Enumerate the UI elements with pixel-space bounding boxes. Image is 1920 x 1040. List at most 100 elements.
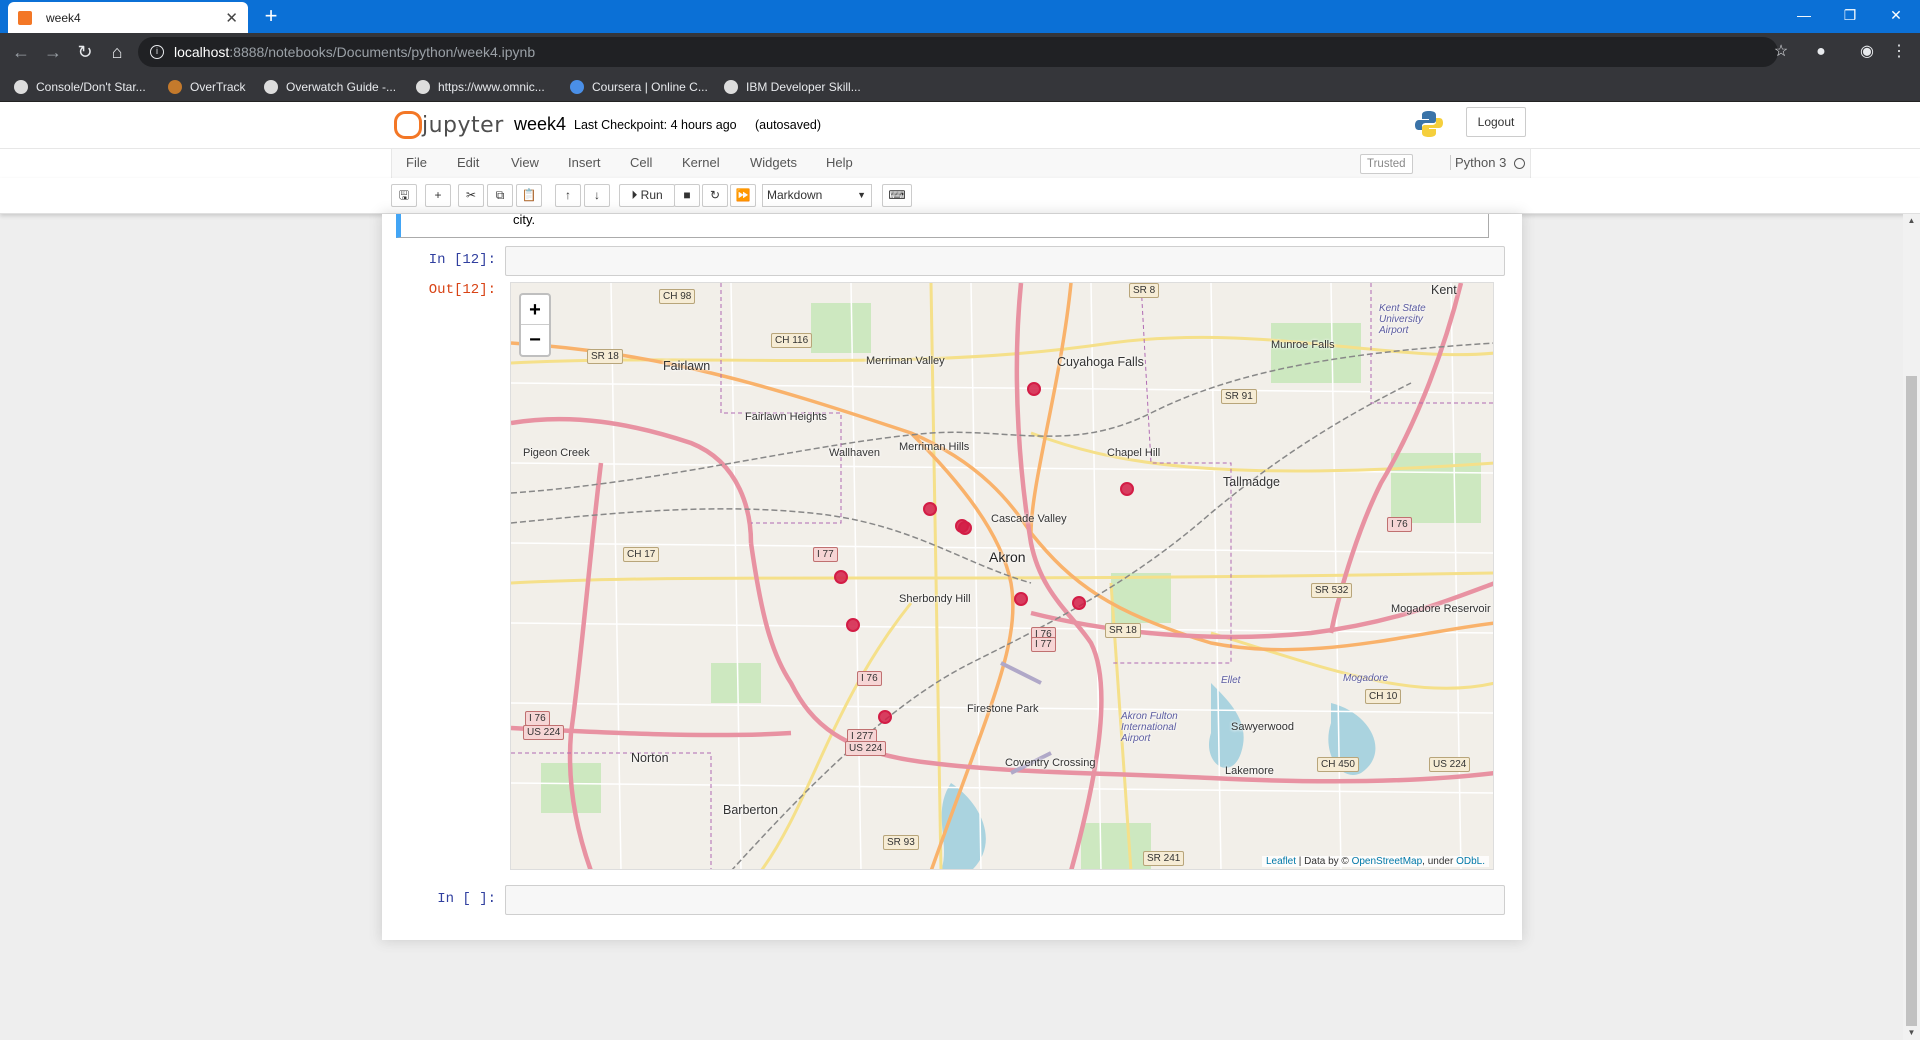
notebook-name[interactable]: week4	[514, 114, 566, 135]
move-down-icon[interactable]: ↓	[584, 184, 610, 207]
extension-icon[interactable]: ●	[1810, 41, 1832, 63]
bookmark-label: Overwatch Guide -...	[286, 80, 397, 94]
map-marker[interactable]	[846, 618, 860, 632]
map-marker[interactable]	[1014, 592, 1028, 606]
profile-avatar-icon[interactable]: ◉	[1856, 41, 1878, 63]
new-tab-icon[interactable]: +	[258, 3, 284, 29]
map-place-label: Merriman Hills	[899, 441, 970, 453]
route-shield: CH 17	[623, 547, 660, 562]
markdown-cell-selected[interactable]: city.	[396, 214, 1489, 238]
python-logo-icon	[1415, 111, 1443, 137]
menu-edit[interactable]: Edit	[457, 155, 479, 170]
save-icon[interactable]: 🖫	[391, 184, 417, 207]
restore-icon[interactable]: ❐	[1827, 0, 1873, 30]
notebook-toolbar: 🖫 + ✂ ⧉ 📋 ↑ ↓ ⏵ Run ■ ↻ ⏩ Markdown ▼ ⌨	[0, 178, 1920, 214]
map-marker[interactable]	[878, 710, 892, 724]
bookmark-item[interactable]: Coursera | Online C...	[570, 77, 708, 97]
zoom-in-button[interactable]: +	[521, 295, 549, 325]
osm-link[interactable]: OpenStreetMap	[1352, 856, 1423, 867]
bookmark-star-icon[interactable]: ☆	[1770, 41, 1792, 63]
run-button[interactable]: ⏵ Run	[619, 184, 675, 207]
insert-cell-icon[interactable]: +	[425, 184, 451, 207]
window-close-icon[interactable]: ✕	[1873, 0, 1919, 30]
browser-menu-icon[interactable]: ⋮	[1888, 41, 1910, 63]
map-place-label: Sawyerwood	[1231, 721, 1294, 733]
menu-cell[interactable]: Cell	[630, 155, 652, 170]
bookmark-item[interactable]: Overwatch Guide -...	[264, 77, 396, 97]
map-marker[interactable]	[834, 570, 848, 584]
menu-view[interactable]: View	[511, 155, 539, 170]
run-label: Run	[640, 188, 663, 202]
map-marker[interactable]	[1120, 482, 1134, 496]
tab-title: week4	[46, 10, 81, 25]
bookmark-item[interactable]: OverTrack	[168, 77, 246, 97]
route-shield: US 224	[1429, 757, 1471, 772]
bookmark-label: https://www.omnic...	[438, 80, 545, 94]
restart-icon[interactable]: ↻	[702, 184, 728, 207]
zoom-out-button[interactable]: −	[521, 325, 549, 355]
map-place-label: Kent State University Airport	[1379, 303, 1426, 336]
leaflet-map[interactable]: Fairlawn Merriman Valley Cuyahoga Falls Mun…	[510, 282, 1494, 870]
jupyter-logo[interactable]: jupyter	[394, 110, 504, 140]
menu-insert[interactable]: Insert	[568, 155, 601, 170]
bookmark-item[interactable]: IBM Developer Skill...	[724, 77, 861, 97]
restart-run-all-icon[interactable]: ⏩	[730, 184, 756, 207]
map-marker[interactable]	[1027, 382, 1041, 396]
menu-kernel[interactable]: Kernel	[682, 155, 720, 170]
leaflet-link[interactable]: Leaflet	[1266, 856, 1296, 867]
bookmark-item[interactable]: Console/Don't Star...	[14, 77, 146, 97]
odbl-link[interactable]: ODbL.	[1456, 856, 1485, 867]
bookmark-favicon-icon	[416, 80, 430, 94]
browser-tab[interactable]: week4 ✕	[8, 2, 248, 33]
map-place-label: Merriman Valley	[866, 355, 945, 367]
command-palette-icon[interactable]: ⌨	[882, 184, 912, 207]
kernel-name: Python 3	[1450, 155, 1506, 170]
map-place-label: Norton	[631, 751, 669, 765]
map-place-label: Wallhaven	[829, 447, 880, 459]
interrupt-icon[interactable]: ■	[674, 184, 700, 207]
url-host: localhost	[174, 44, 230, 60]
move-up-icon[interactable]: ↑	[555, 184, 581, 207]
attribution-under: , under	[1422, 856, 1457, 867]
menu-file[interactable]: File	[406, 155, 427, 170]
bookmark-label: OverTrack	[190, 80, 246, 94]
menu-widgets[interactable]: Widgets	[750, 155, 797, 170]
scrollbar-thumb[interactable]	[1906, 376, 1917, 1026]
route-shield: SR 532	[1311, 583, 1353, 598]
cell-type-select[interactable]: Markdown ▼	[762, 184, 872, 207]
route-shield: SR 93	[883, 835, 919, 850]
minimize-icon[interactable]: —	[1781, 0, 1827, 30]
route-shield: SR 18	[1105, 623, 1141, 638]
forward-icon[interactable]: →	[40, 40, 66, 64]
site-info-icon[interactable]: i	[150, 45, 164, 59]
map-marker[interactable]	[958, 521, 972, 535]
map-marker[interactable]	[923, 502, 937, 516]
menu-help[interactable]: Help	[826, 155, 853, 170]
map-place-label: Chapel Hill	[1107, 447, 1161, 459]
logout-button[interactable]: Logout	[1466, 107, 1526, 137]
map-place-label: Ellet	[1221, 675, 1241, 686]
empty-code-input-area[interactable]	[505, 885, 1505, 915]
url-path: :8888/notebooks/Documents/python/week4.i…	[229, 44, 536, 60]
code-input-area[interactable]	[505, 246, 1505, 276]
bookmark-label: Console/Don't Star...	[36, 80, 146, 94]
map-place-label: Kent	[1431, 283, 1457, 297]
bookmark-item[interactable]: https://www.omnic...	[416, 77, 545, 97]
route-shield: I 76	[857, 671, 882, 686]
reload-icon[interactable]: ↻	[72, 40, 98, 64]
route-shield: SR 241	[1143, 851, 1185, 866]
tab-close-icon[interactable]: ✕	[225, 9, 238, 27]
map-marker[interactable]	[1072, 596, 1086, 610]
jupyter-logo-icon	[394, 111, 422, 139]
back-icon[interactable]: ←	[8, 40, 34, 64]
scroll-up-icon[interactable]: ▲	[1906, 216, 1917, 226]
map-place-label: Firestone Park	[967, 703, 1039, 715]
map-place-label: Akron	[989, 549, 1026, 565]
paste-icon[interactable]: 📋	[516, 184, 542, 207]
cut-icon[interactable]: ✂	[458, 184, 484, 207]
trusted-indicator[interactable]: Trusted	[1360, 154, 1413, 174]
url-input[interactable]: i localhost:8888/notebooks/Documents/pyt…	[138, 37, 1778, 67]
copy-icon[interactable]: ⧉	[487, 184, 513, 207]
home-icon[interactable]: ⌂	[104, 40, 130, 64]
scroll-down-icon[interactable]: ▼	[1906, 1028, 1917, 1038]
